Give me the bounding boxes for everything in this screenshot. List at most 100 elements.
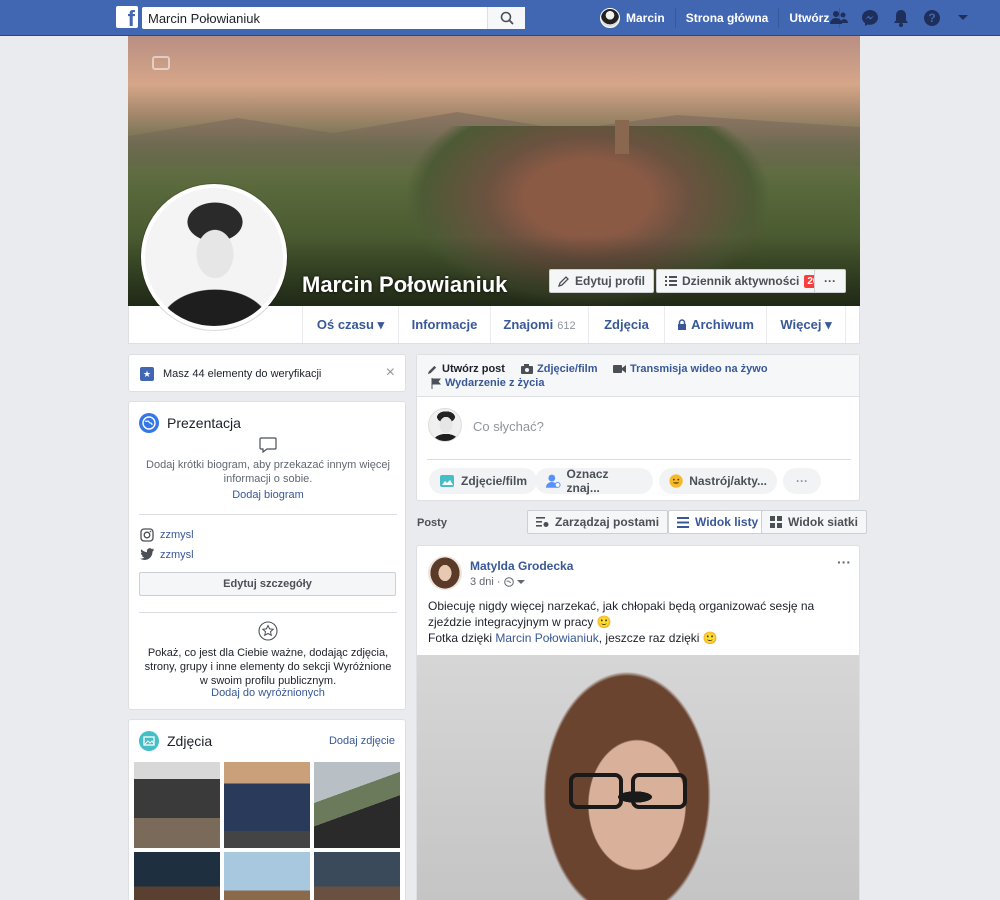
composer-header (417, 355, 859, 397)
facebook-logo-icon[interactable]: f (116, 6, 138, 28)
composer-input[interactable]: Co słychać? (473, 419, 544, 434)
post-time[interactable]: 3 dni · (470, 576, 501, 588)
life-event-label: Wydarzenie z życia (445, 377, 545, 389)
friend-requests-icon[interactable] (828, 7, 850, 29)
tab-more[interactable]: Więcej ▾ (766, 306, 846, 343)
post-mention-link[interactable]: Marcin Połowianiuk (495, 631, 598, 645)
post-photo[interactable] (417, 655, 859, 900)
photo-image-icon (440, 475, 454, 487)
post-card: Matylda Grodecka 3 dni · ··· Obiecuję ni… (416, 545, 860, 900)
photo-thumbnail[interactable] (314, 852, 400, 900)
photo-video-label: Zdjęcie/film (537, 363, 598, 375)
messenger-icon[interactable] (859, 7, 881, 29)
tab-friends[interactable]: Znajomi 612 (490, 306, 588, 343)
edit-profile-button[interactable]: Edytuj profil (549, 269, 654, 293)
more-dots-icon: ··· (824, 274, 836, 288)
option-tag-friends-button[interactable]: Oznacz znaj... (535, 467, 653, 495)
search-bar (142, 7, 525, 29)
post-text-line: Obiecuję nigdy więcej narzekać, jak chło… (428, 599, 815, 629)
option-photo-label: Zdjęcie/film (461, 474, 528, 488)
nav-profile-link[interactable]: Marcin (600, 8, 676, 28)
search-input[interactable] (142, 8, 487, 28)
cover-tower (615, 120, 629, 154)
search-button[interactable] (487, 7, 525, 29)
verification-text[interactable]: Masz 44 elementy do weryfikacji (163, 368, 321, 380)
close-icon[interactable]: × (386, 364, 395, 382)
grid-view-button[interactable]: Widok siatki (761, 510, 867, 534)
activity-log-button[interactable]: Dziennik aktywności 20+ (656, 269, 837, 293)
tab-photos-label: Zdjęcia (604, 317, 649, 332)
pencil-icon (558, 276, 569, 287)
divider (139, 514, 397, 515)
profile-name[interactable]: Marcin Połowianiuk (302, 272, 507, 298)
option-photo-video-button[interactable]: Zdjęcie/film (429, 468, 538, 494)
photo-thumbnail[interactable] (224, 852, 310, 900)
list-view-label: Widok listy (695, 515, 759, 529)
intro-panel: Prezentacja Dodaj krótki biogram, aby pr… (128, 401, 406, 710)
option-feeling-button[interactable]: Nastrój/akty... (659, 468, 777, 494)
chevron-down-icon[interactable] (516, 579, 525, 585)
profile-picture[interactable] (141, 184, 287, 330)
photo-video-tab[interactable]: Zdjęcie/film (521, 363, 598, 375)
post-text-prefix: Fotka dzięki (428, 631, 496, 645)
live-video-tab[interactable]: Transmisja wideo na żywo (613, 363, 768, 375)
featured-prompt: Pokaż, co jest dla Ciebie ważne, dodając… (144, 647, 392, 687)
tab-about-label: Informacje (411, 317, 478, 332)
intro-title: Prezentacja (167, 415, 241, 431)
tab-timeline[interactable]: Oś czasu ▾ (302, 306, 398, 343)
tab-archive[interactable]: Archiwum (664, 306, 766, 343)
friends-count: 612 (557, 320, 576, 332)
globe-privacy-icon[interactable] (503, 577, 514, 587)
photo-thumbnail[interactable] (134, 852, 220, 900)
video-camera-icon (613, 365, 626, 373)
tab-friends-label: Znajomi (503, 317, 554, 332)
manage-posts-label: Zarządzaj postami (555, 515, 660, 529)
add-featured-link[interactable]: Dodaj do wyróżnionych (129, 687, 407, 699)
avatar[interactable] (428, 556, 462, 590)
tab-archive-label: Archiwum (691, 317, 754, 332)
create-post-tab[interactable]: Utwórz post (427, 363, 505, 375)
notifications-bell-icon[interactable] (890, 7, 912, 29)
manage-posts-button[interactable]: Zarządzaj postami (527, 510, 669, 534)
post-meta: 3 dni · (470, 576, 525, 588)
star-outline-icon (258, 621, 278, 641)
account-menu-chevron-down-icon[interactable] (952, 7, 974, 29)
edit-details-button[interactable]: Edytuj szczegóły (139, 572, 396, 596)
post-text-line: Fotka dzięki Marcin Połowianiuk, jeszcze… (428, 630, 838, 646)
add-bio-link[interactable]: Dodaj biogram (129, 489, 407, 501)
update-cover-camera-icon[interactable] (152, 56, 170, 70)
option-more-button[interactable]: ··· (783, 468, 821, 494)
posts-label: Posty (417, 517, 447, 529)
profile-more-button[interactable]: ··· (814, 269, 846, 293)
twitter-icon (140, 548, 154, 560)
more-dots-icon: ··· (796, 474, 808, 488)
star-badge-icon: ★ (140, 367, 154, 381)
live-video-label: Transmisja wideo na żywo (630, 363, 768, 375)
glasses-left-lens (569, 773, 623, 809)
nav-home-link[interactable]: Strona główna (676, 8, 780, 28)
photos-icon (139, 731, 159, 751)
instagram-link[interactable]: zzmysl (160, 529, 194, 541)
tab-photos[interactable]: Zdjęcia (588, 306, 664, 343)
nav-user-name: Marcin (626, 11, 665, 25)
twitter-link[interactable]: zzmysl (160, 549, 194, 561)
photos-panel: Zdjęcia Dodaj zdjęcie (128, 719, 406, 900)
photo-thumbnail[interactable] (134, 762, 220, 848)
tab-about[interactable]: Informacje (398, 306, 490, 343)
photo-thumbnail[interactable] (224, 762, 310, 848)
post-text-suffix: , jeszcze raz dzięki 🙂 (598, 631, 718, 645)
tab-more-label: Więcej ▾ (780, 317, 832, 332)
photos-title: Zdjęcia (167, 733, 213, 749)
pencil-icon (427, 365, 437, 374)
post-author[interactable]: Matylda Grodecka (470, 559, 573, 573)
tag-person-icon (545, 474, 561, 488)
life-event-tab[interactable]: Wydarzenie z życia (431, 377, 544, 389)
verification-panel: ★ Masz 44 elementy do weryfikacji × (128, 354, 406, 392)
help-icon[interactable]: ? (921, 7, 943, 29)
option-tag-label: Oznacz znaj... (566, 467, 609, 495)
post-menu-icon[interactable]: ··· (837, 554, 851, 570)
list-view-button[interactable]: Widok listy (668, 510, 768, 534)
photo-thumbnail[interactable] (314, 762, 400, 848)
add-photo-link[interactable]: Dodaj zdjęcie (329, 735, 395, 747)
flag-icon (431, 377, 441, 389)
